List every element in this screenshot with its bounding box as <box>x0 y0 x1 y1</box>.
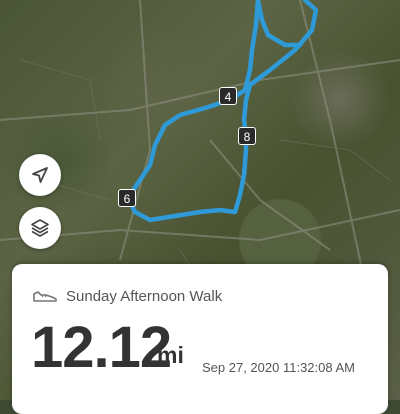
route-marker[interactable]: 4 <box>219 87 237 105</box>
distance-value: 12.12 <box>31 315 172 380</box>
route-marker[interactable]: 6 <box>118 189 136 207</box>
layers-icon <box>31 219 49 237</box>
distance-unit: mi <box>157 342 184 368</box>
shoe-icon <box>33 291 57 302</box>
activity-name: Sunday Afternoon Walk <box>66 287 223 305</box>
activity-header: Sunday Afternoon Walk <box>32 284 222 308</box>
activity-card[interactable]: Sunday Afternoon Walk 12.12 mi Sep 27, 2… <box>12 264 388 414</box>
activity-datetime: Sep 27, 2020 11:32:08 AM <box>202 360 355 375</box>
route-path <box>125 0 319 223</box>
route-marker[interactable]: 8 <box>238 127 256 145</box>
navigate-button[interactable] <box>19 154 61 196</box>
layers-button[interactable] <box>19 207 61 249</box>
navigate-arrow-icon <box>32 167 48 183</box>
